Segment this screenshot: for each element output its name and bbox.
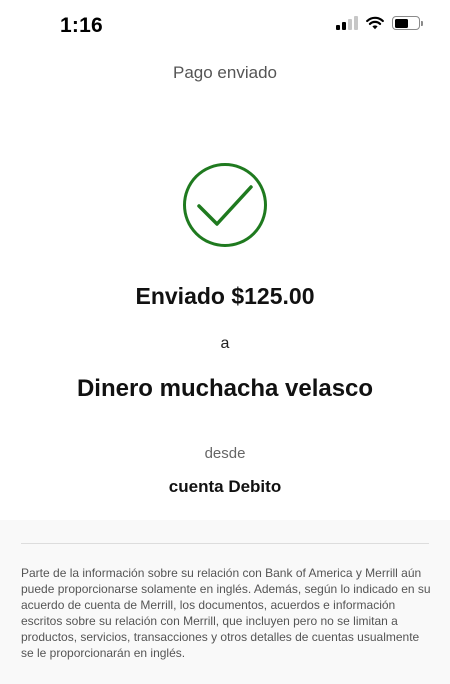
from-label: desde — [204, 445, 246, 462]
disclaimer-text: Parte de la información sobre su relació… — [21, 566, 431, 660]
checkmark-circle-icon — [183, 163, 267, 247]
payment-sent-screen: 1:16 Pago enviado Enviado $125.00 a Dine… — [0, 0, 450, 684]
status-icons — [336, 16, 423, 30]
disclaimer-section: Parte de la información sobre su relació… — [0, 520, 450, 684]
account-name: cuenta Debito — [168, 477, 282, 496]
cellular-signal-icon — [336, 16, 358, 30]
divider — [21, 543, 429, 544]
status-bar: 1:16 — [0, 0, 450, 52]
recipient-name: Dinero muchacha velasco — [76, 375, 374, 402]
sent-amount: Enviado $125.00 — [135, 283, 315, 309]
page-title: Pago enviado — [173, 63, 277, 82]
battery-icon — [392, 16, 423, 30]
wifi-icon — [366, 16, 384, 30]
battery-level — [394, 18, 409, 28]
status-time: 1:16 — [60, 14, 103, 37]
to-label: a — [220, 335, 230, 352]
